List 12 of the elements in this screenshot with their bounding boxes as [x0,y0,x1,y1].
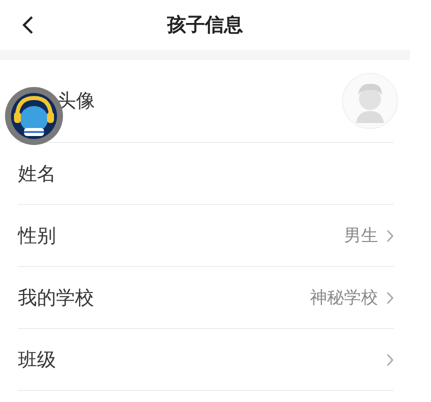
chevron-right-icon [386,290,394,304]
row-label: 性别 [18,224,56,248]
row-value: 神秘学校 [310,287,378,309]
row-label: 姓名 [18,162,56,186]
row-label: 我的学校 [18,286,94,310]
back-icon[interactable] [22,15,34,35]
row-value: 男生 [344,225,378,247]
page-title: 孩子信息 [167,13,243,38]
avatar-icon [342,73,398,129]
chevron-right-icon [386,352,394,366]
row-label: 班级 [18,348,56,372]
chevron-right-icon [386,228,394,242]
